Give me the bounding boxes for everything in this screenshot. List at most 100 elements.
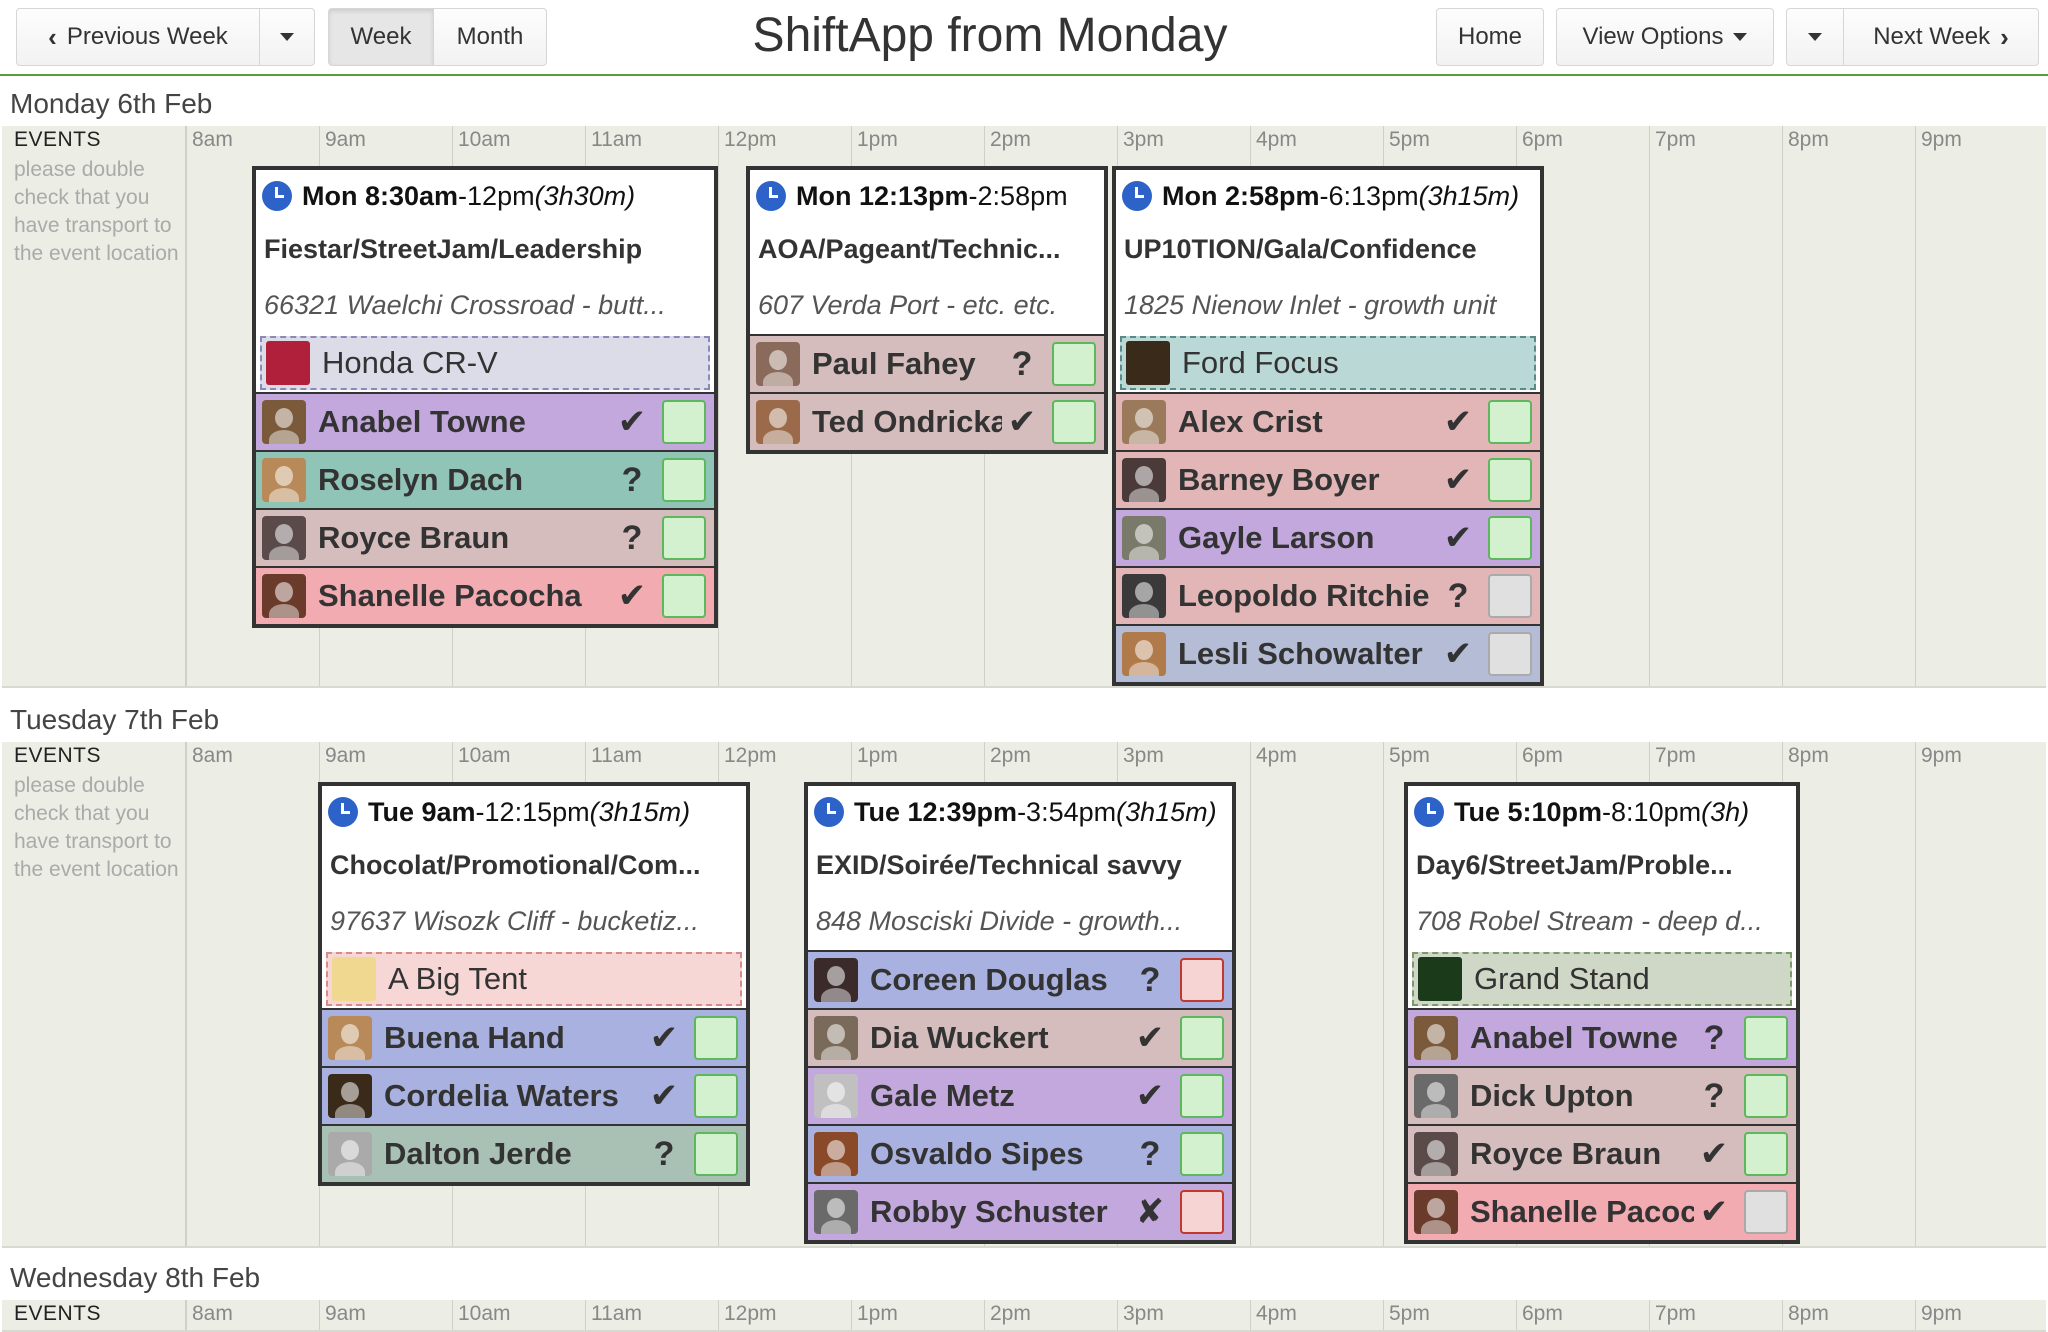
- vehicle-name: Honda CR-V: [322, 345, 498, 380]
- previous-week-button[interactable]: ‹ Previous Week: [16, 8, 260, 66]
- confirm-checkbox[interactable]: [1488, 400, 1532, 444]
- staff-row[interactable]: Barney Boyer ✔: [1116, 450, 1540, 508]
- confirm-checkbox[interactable]: [662, 516, 706, 560]
- caret-down-icon: [1808, 33, 1822, 41]
- event-card[interactable]: Tue 5:10pm -8:10pm (3h) Day6/StreetJam/Pro…: [1404, 782, 1800, 1244]
- staff-row[interactable]: Osvaldo Sipes?: [808, 1124, 1232, 1182]
- confirm-checkbox[interactable]: [1052, 342, 1096, 386]
- vehicle-icon: [266, 341, 310, 385]
- confirm-checkbox[interactable]: [662, 574, 706, 618]
- check-icon: ✔: [1699, 1193, 1729, 1231]
- confirm-checkbox[interactable]: [694, 1132, 738, 1176]
- event-name: UP10TION/Gala/Confidence: [1124, 233, 1477, 264]
- confirm-checkbox[interactable]: [1744, 1190, 1788, 1234]
- staff-row[interactable]: Dia Wuckert ✔: [808, 1008, 1232, 1066]
- event-card[interactable]: Tue 12:39pm -3:54pm (3h15m) EXID/Soirée/Te…: [804, 782, 1236, 1244]
- hour-label: 6pm: [1522, 1302, 1563, 1325]
- event-start-time: Mon 12:13pm: [796, 180, 969, 211]
- confirm-checkbox[interactable]: [1180, 958, 1224, 1002]
- hour-gridline: [319, 1300, 320, 1330]
- staff-row[interactable]: Anabel Towne ✔: [256, 392, 714, 450]
- hour-gridline: [718, 1300, 719, 1330]
- staff-row[interactable]: Shanelle Pacocha✔: [256, 566, 714, 624]
- events-heading: EVENTS: [14, 744, 102, 767]
- confirm-checkbox[interactable]: [662, 400, 706, 444]
- next-week-dropdown[interactable]: [1786, 8, 1844, 66]
- staff-row[interactable]: Gayle Larson ✔: [1116, 508, 1540, 566]
- event-name: Fiestar/StreetJam/Leadership: [264, 233, 643, 264]
- staff-row[interactable]: Roselyn Dach?: [256, 450, 714, 508]
- staff-row[interactable]: Gale Metz ✔: [808, 1066, 1232, 1124]
- hour-label: 6pm: [1522, 744, 1563, 767]
- confirm-checkbox[interactable]: [1488, 574, 1532, 618]
- event-duration: (3h15m): [1116, 796, 1217, 827]
- event-card[interactable]: Mon 8:30am -12pm (3h30m) Fiestar/StreetJam…: [252, 166, 718, 628]
- hour-label: 10am: [458, 1302, 511, 1325]
- hour-label: 10am: [458, 128, 511, 151]
- confirm-checkbox[interactable]: [694, 1074, 738, 1118]
- hour-label: 8am: [192, 1302, 233, 1325]
- confirm-checkbox[interactable]: [1052, 400, 1096, 444]
- confirm-checkbox[interactable]: [1180, 1074, 1224, 1118]
- clock-icon: [328, 797, 358, 827]
- event-name: EXID/Soirée/Technical savvy: [816, 849, 1182, 880]
- event-card[interactable]: Mon 2:58pm -6:13pm (3h15m) UP10TION/Gala/C…: [1112, 166, 1544, 686]
- vehicle-row[interactable]: Ford Focus: [1120, 336, 1536, 390]
- confirm-checkbox[interactable]: [1488, 632, 1532, 676]
- staff-row[interactable]: Alex Crist ✔: [1116, 392, 1540, 450]
- home-button[interactable]: Home: [1436, 8, 1544, 66]
- week-view-button[interactable]: Week: [328, 8, 434, 66]
- events-note: please double check that you have transp…: [14, 158, 179, 265]
- month-view-button[interactable]: Month: [433, 8, 547, 66]
- confirm-checkbox[interactable]: [1180, 1132, 1224, 1176]
- staff-row[interactable]: Cordelia Waters ✔: [322, 1066, 746, 1124]
- check-icon: ✔: [649, 1019, 679, 1057]
- confirm-checkbox[interactable]: [1488, 516, 1532, 560]
- previous-week-dropdown[interactable]: [259, 8, 315, 66]
- event-card[interactable]: Mon 12:13pm -2:58pm AOA/Pageant/Technic..…: [746, 166, 1108, 454]
- staff-row[interactable]: Ted Ondricka ✔: [750, 392, 1104, 450]
- confirm-checkbox[interactable]: [694, 1016, 738, 1060]
- confirm-checkbox[interactable]: [662, 458, 706, 502]
- avatar: [328, 1016, 372, 1060]
- vehicle-row[interactable]: Honda CR-V: [260, 336, 710, 390]
- confirm-checkbox[interactable]: [1744, 1074, 1788, 1118]
- staff-row[interactable]: Leopoldo Ritchie?: [1116, 566, 1540, 624]
- event-start-time: Tue 9am: [368, 796, 476, 827]
- caret-down-icon: [1733, 33, 1748, 41]
- check-icon: ✔: [1135, 1019, 1165, 1057]
- staff-row[interactable]: Dick Upton?: [1408, 1066, 1796, 1124]
- next-week-button[interactable]: Next Week ›: [1843, 8, 2039, 66]
- event-card[interactable]: Tue 9am -12:15pm (3h15m) Chocolat/Promotio…: [318, 782, 750, 1186]
- vehicle-row[interactable]: A Big Tent: [326, 952, 742, 1006]
- check-icon: ✔: [617, 403, 647, 441]
- check-icon: ✔: [1443, 461, 1473, 499]
- staff-row[interactable]: Buena Hand ✔: [322, 1008, 746, 1066]
- staff-row[interactable]: Robby Schuster ✘: [808, 1182, 1232, 1240]
- confirm-checkbox[interactable]: [1488, 458, 1532, 502]
- event-time: Tue 12:39pm -3:54pm (3h15m): [808, 786, 1232, 838]
- confirm-checkbox[interactable]: [1180, 1016, 1224, 1060]
- staff-row[interactable]: Coreen Douglas?: [808, 950, 1232, 1008]
- hour-gridline: [585, 1300, 586, 1330]
- hour-gridline: [1915, 742, 1916, 1246]
- confirm-checkbox[interactable]: [1744, 1132, 1788, 1176]
- staff-row[interactable]: Royce Braun?: [256, 508, 714, 566]
- confirm-checkbox[interactable]: [1180, 1190, 1224, 1234]
- staff-row[interactable]: Shanelle Pacocha✔: [1408, 1182, 1796, 1240]
- event-time: Mon 8:30am -12pm (3h30m): [256, 170, 714, 222]
- staff-row[interactable]: Paul Fahey?: [750, 334, 1104, 392]
- confirm-checkbox[interactable]: [1744, 1016, 1788, 1060]
- staff-row[interactable]: Lesli Schowalter ✔: [1116, 624, 1540, 682]
- staff-row[interactable]: Anabel Towne?: [1408, 1008, 1796, 1066]
- clock-icon: [814, 797, 844, 827]
- staff-row[interactable]: Dalton Jerde?: [322, 1124, 746, 1182]
- hour-gridline: [984, 1300, 985, 1330]
- avatar: [1122, 516, 1166, 560]
- vehicle-row[interactable]: Grand Stand: [1412, 952, 1792, 1006]
- staff-name: Buena Hand: [384, 1020, 565, 1055]
- staff-row[interactable]: Royce Braun ✔: [1408, 1124, 1796, 1182]
- event-time: Mon 12:13pm -2:58pm: [750, 170, 1104, 222]
- view-options-button[interactable]: View Options: [1556, 8, 1774, 66]
- hour-label: 3pm: [1123, 128, 1164, 151]
